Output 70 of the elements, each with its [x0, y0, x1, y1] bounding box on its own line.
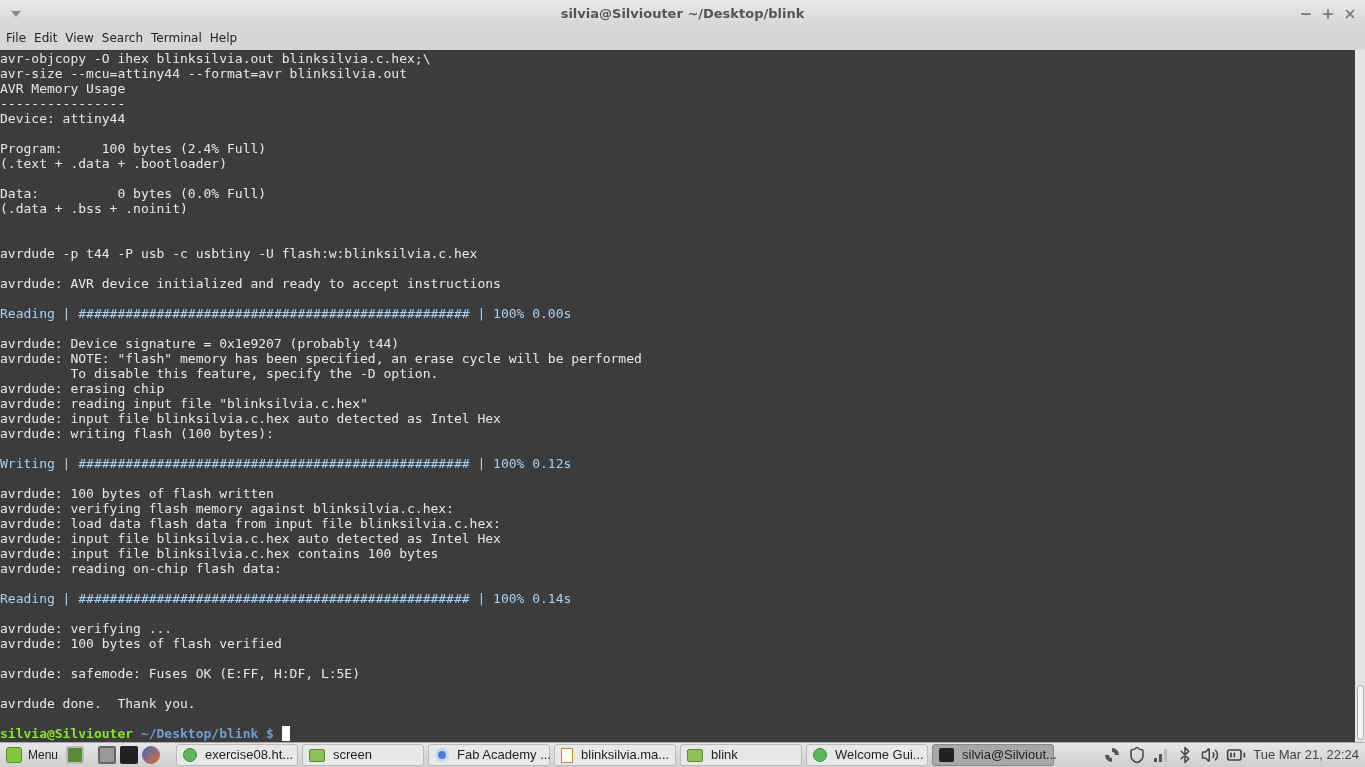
progress-line: Reading | ################################################## | 100% 0.00s: [0, 306, 573, 321]
menu-item[interactable]: Search: [97, 29, 148, 47]
terminal-icon: [939, 748, 955, 762]
menu-item[interactable]: Terminal: [147, 29, 206, 47]
output-line: avrdude: reading input file "blinksilvia.c.hex": [0, 396, 369, 411]
menu-item[interactable]: File: [2, 29, 31, 47]
shield-icon[interactable]: [1128, 746, 1147, 764]
output-line: avrdude: erasing chip: [0, 381, 166, 396]
close-icon[interactable]: [1343, 7, 1357, 21]
menu-button[interactable]: Menu: [2, 744, 63, 766]
window-title: silvia@Silviouter ~/Desktop/blink: [560, 5, 805, 24]
signal-icon[interactable]: [1153, 748, 1170, 762]
clock[interactable]: Tue Mar 21, 22:24: [1253, 745, 1359, 765]
menu-item[interactable]: Help: [205, 29, 242, 47]
prompt-user-host: silvia@Silviouter: [0, 726, 134, 741]
prompt-path: ~/Desktop/blink $: [139, 726, 274, 741]
globe-icon: [183, 748, 198, 762]
output-line: avrdude: 100 bytes of flash verified: [0, 636, 283, 651]
output-line: avrdude: load data flash data from input file blinksilvia.c.hex:: [0, 516, 502, 531]
output-line: To disable this feature, specify the -D option.: [69, 366, 440, 381]
volume-icon[interactable]: [1201, 746, 1220, 764]
computer-icon[interactable]: [98, 746, 117, 764]
output-line: avrdude: 100 bytes of flash written: [0, 486, 275, 501]
taskbar-window-button[interactable]: exercise08.ht...: [176, 744, 299, 766]
folder-icon: [687, 748, 704, 762]
taskbar-window-button[interactable]: screen: [302, 744, 425, 766]
output-line: avrdude: input file blinksilvia.c.hex auto detected as Intel Hex: [0, 411, 502, 426]
menu-item[interactable]: View: [61, 29, 98, 47]
output-line: avrdude done. Thank you.: [0, 696, 197, 711]
output-line: Data: 0 bytes (0.0% Full): [0, 186, 268, 201]
globe-icon: [813, 748, 828, 762]
document-icon: [561, 747, 574, 763]
output-line: avrdude: safemode: Fuses OK (E:FF, H:DF, L:5E): [0, 666, 362, 681]
output-line: avrdude: reading on-chip flash data:: [0, 561, 283, 576]
output-line: avrdude: input file blinksilvia.c.hex contains 100 bytes: [0, 546, 440, 561]
taskbar-window-button[interactable]: Welcome Gui...: [806, 744, 929, 766]
output-line: (.data + .bss + .noinit): [0, 201, 189, 216]
firefox-icon[interactable]: [142, 746, 161, 764]
output-line: avr-size --mcu=attiny44 --format=avr blinksilvia.out: [0, 66, 408, 81]
swirl-icon[interactable]: [1103, 746, 1122, 764]
maximize-icon[interactable]: [1321, 7, 1335, 21]
folder-icon: [309, 748, 326, 762]
output-line: avrdude: verifying flash memory against blinksilvia.c.hex:: [0, 501, 455, 516]
output-line: avrdude: AVR device initialized and ready to accept instructions: [0, 276, 502, 291]
taskbar-window-button[interactable]: blinksilvia.ma...: [554, 744, 677, 766]
output-line: AVR Memory Usage: [0, 81, 127, 96]
progress-line: Reading | ################################################## | 100% 0.14s: [0, 591, 573, 606]
output-line: avrdude: verifying ...: [0, 621, 174, 636]
scrollbar[interactable]: [1355, 50, 1365, 742]
output-line: Program: 100 bytes (2.4% Full): [0, 141, 268, 156]
output-line: avrdude: Device signature = 0x1e9207 (probably t44): [0, 336, 401, 351]
mint-logo-icon: [6, 747, 22, 763]
window-menu-icon[interactable]: [11, 11, 21, 17]
output-line: Device: attiny44: [0, 111, 127, 126]
output-line: avrdude: writing flash (100 bytes):: [0, 426, 275, 441]
output-line: avr-objcopy -O ihex blinksilvia.out blinksilvia.c.hex;\: [0, 51, 432, 66]
output-line: avrdude -p t44 -P usb -c usbtiny -U flash:w:blinksilvia.c.hex: [0, 246, 479, 261]
output-line: (.text + .data + .bootloader): [0, 156, 228, 171]
output-line: avrdude: input file blinksilvia.c.hex auto detected as Intel Hex: [0, 531, 502, 546]
output-line: avrdude: NOTE: "flash" memory has been specified, an erase cycle will be performed: [0, 351, 643, 366]
terminal-launcher-icon[interactable]: [120, 746, 139, 764]
browser-icon: [435, 748, 450, 762]
taskbar-window-button[interactable]: silvia@Silviout...: [932, 744, 1055, 766]
cursor: [281, 726, 290, 741]
taskbar-window-button[interactable]: Fab Academy ...: [428, 744, 551, 766]
menu-item[interactable]: Edit: [30, 29, 62, 47]
progress-line: Writing | ################################################## | 100% 0.12s: [0, 456, 573, 471]
show-desktop-icon[interactable]: [66, 746, 85, 764]
taskbar-window-button[interactable]: blink: [680, 744, 803, 766]
output-line: ----------------: [0, 96, 127, 111]
